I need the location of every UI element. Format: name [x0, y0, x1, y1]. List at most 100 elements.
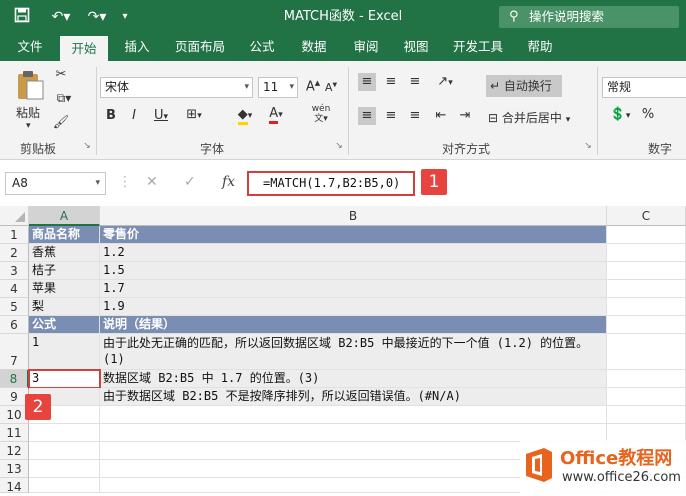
cell-a3[interactable]: 桔子 — [29, 262, 100, 280]
tab-file[interactable]: 文件 — [8, 33, 52, 61]
cell-c7[interactable] — [607, 334, 686, 370]
column-header-a[interactable]: A — [29, 206, 100, 226]
row-header[interactable]: 12 — [0, 442, 29, 460]
search-box[interactable]: ⚲ 操作说明搜索 — [499, 6, 679, 28]
middle-align-icon[interactable]: ≡ — [382, 73, 400, 91]
customize-toolbar-icon[interactable]: ▾ — [118, 7, 132, 27]
top-align-icon[interactable]: ≡ — [358, 73, 376, 91]
cancel-icon[interactable]: ✕ — [146, 174, 158, 190]
cell-a7[interactable]: 1 — [29, 334, 100, 370]
align-right-icon[interactable]: ≡ — [406, 107, 424, 125]
row-header[interactable]: 11 — [0, 424, 29, 442]
row-header[interactable]: 4 — [0, 280, 29, 298]
tab-formulas[interactable]: 公式 — [240, 33, 284, 61]
row-header[interactable]: 7 — [0, 334, 29, 370]
paste-dropdown-icon[interactable]: ▾ — [26, 121, 31, 131]
cell-b2[interactable]: 1.2 — [100, 244, 607, 262]
row-header[interactable]: 3 — [0, 262, 29, 280]
tab-review[interactable]: 审阅 — [344, 33, 388, 61]
cut-icon[interactable]: ✂ — [52, 67, 70, 82]
row-header[interactable]: 6 — [0, 316, 29, 334]
cell-a1[interactable]: 商品名称 — [29, 226, 100, 244]
cell-c9[interactable] — [607, 388, 686, 406]
insert-function-icon[interactable]: fx — [222, 174, 235, 190]
alignment-launcher-icon[interactable]: ↘ — [583, 141, 593, 151]
empty-cell[interactable] — [100, 406, 607, 424]
font-launcher-icon[interactable]: ↘ — [334, 141, 344, 151]
cell-b7[interactable]: 由于此处无正确的匹配，所以返回数据区域 B2:B5 中最接近的下一个值 (1.2… — [100, 334, 607, 370]
underline-button[interactable]: U▾ — [150, 108, 172, 123]
name-box[interactable]: A8 ▾ — [5, 172, 106, 195]
formula-input[interactable]: =MATCH(1.7,B2:B5,0) — [247, 171, 415, 196]
align-center-icon[interactable]: ≡ — [382, 107, 400, 125]
orientation-icon[interactable]: ↗▾ — [432, 73, 458, 92]
currency-icon[interactable]: 💲▾ — [606, 107, 634, 122]
tab-view[interactable]: 视图 — [396, 33, 436, 61]
cell-b1[interactable]: 零售价 — [100, 226, 607, 244]
font-name-select[interactable]: 宋体 ▾ — [100, 77, 253, 98]
cell-a6[interactable]: 公式 — [29, 316, 100, 334]
row-header[interactable]: 2 — [0, 244, 29, 262]
row-header[interactable]: 13 — [0, 460, 29, 478]
cell-c2[interactable] — [607, 244, 686, 262]
cell-b6[interactable]: 说明（结果） — [100, 316, 607, 334]
shrink-font-button[interactable]: A▼ — [324, 81, 338, 94]
cell-c6[interactable] — [607, 316, 686, 334]
paste-button[interactable]: 粘贴 — [16, 104, 40, 121]
format-painter-icon[interactable]: 🖌 — [52, 115, 70, 130]
column-header-b[interactable]: B — [100, 206, 607, 226]
redo-icon[interactable]: ↷▾ — [84, 7, 110, 27]
number-format-select[interactable]: 常规 — [602, 77, 686, 98]
select-all-corner[interactable] — [0, 206, 29, 226]
cell-c3[interactable] — [607, 262, 686, 280]
row-header[interactable]: 14 — [0, 478, 29, 494]
decrease-indent-icon[interactable]: ⇤ — [432, 107, 450, 125]
clipboard-launcher-icon[interactable]: ↘ — [82, 141, 92, 151]
tab-home[interactable]: 开始 — [60, 36, 108, 61]
cell-b4[interactable]: 1.7 — [100, 280, 607, 298]
tab-help[interactable]: 帮助 — [518, 33, 562, 61]
empty-cell[interactable] — [607, 406, 686, 424]
empty-cell[interactable] — [29, 424, 100, 442]
cell-c4[interactable] — [607, 280, 686, 298]
row-header-selected[interactable]: 8 — [0, 370, 29, 388]
paste-icon[interactable] — [14, 69, 46, 101]
cell-a5[interactable]: 梨 — [29, 298, 100, 316]
italic-button[interactable]: I — [127, 108, 141, 123]
fill-color-icon[interactable]: ◆▾ — [232, 107, 258, 125]
cell-a4[interactable]: 苹果 — [29, 280, 100, 298]
empty-cell[interactable] — [29, 478, 100, 493]
cell-b8[interactable]: 数据区域 B2:B5 中 1.7 的位置。(3) — [100, 370, 607, 388]
row-header[interactable]: 5 — [0, 298, 29, 316]
cell-c1[interactable] — [607, 226, 686, 244]
save-icon[interactable] — [12, 7, 32, 27]
wrap-text-button[interactable]: ↵ 自动换行 — [486, 75, 562, 97]
tab-insert[interactable]: 插入 — [115, 33, 159, 61]
tab-developer[interactable]: 开发工具 — [446, 33, 510, 61]
empty-cell[interactable] — [29, 460, 100, 478]
font-size-select[interactable]: 11 ▾ — [258, 77, 298, 98]
align-left-icon[interactable]: ≡ — [358, 107, 376, 125]
bold-button[interactable]: B — [104, 108, 118, 123]
enter-icon[interactable]: ✓ — [184, 174, 196, 190]
cell-a2[interactable]: 香蕉 — [29, 244, 100, 262]
tab-data[interactable]: 数据 — [292, 33, 336, 61]
phonetic-guide-icon[interactable]: wén 文▾ — [308, 104, 334, 124]
undo-icon[interactable]: ↶▾ — [48, 7, 74, 27]
font-color-icon[interactable]: A▾ — [264, 106, 288, 124]
tab-page-layout[interactable]: 页面布局 — [168, 33, 232, 61]
cell-b3[interactable]: 1.5 — [100, 262, 607, 280]
empty-cell[interactable] — [29, 442, 100, 460]
bottom-align-icon[interactable]: ≡ — [406, 73, 424, 91]
merge-center-button[interactable]: ⊟ 合并后居中 ▾ — [488, 109, 570, 129]
column-header-c[interactable]: C — [607, 206, 686, 226]
copy-icon[interactable]: ⧉▾ — [52, 91, 76, 106]
borders-icon[interactable]: ⊞▾ — [182, 107, 206, 122]
grow-font-button[interactable]: A▲ — [305, 79, 321, 94]
cell-c8[interactable] — [607, 370, 686, 388]
row-header[interactable]: 1 — [0, 226, 29, 244]
percent-button[interactable]: % — [640, 107, 656, 122]
cell-b5[interactable]: 1.9 — [100, 298, 607, 316]
increase-indent-icon[interactable]: ⇥ — [456, 107, 474, 125]
cell-b9[interactable]: 由于数据区域 B2:B5 不是按降序排列，所以返回错误值。(#N/A) — [100, 388, 607, 406]
